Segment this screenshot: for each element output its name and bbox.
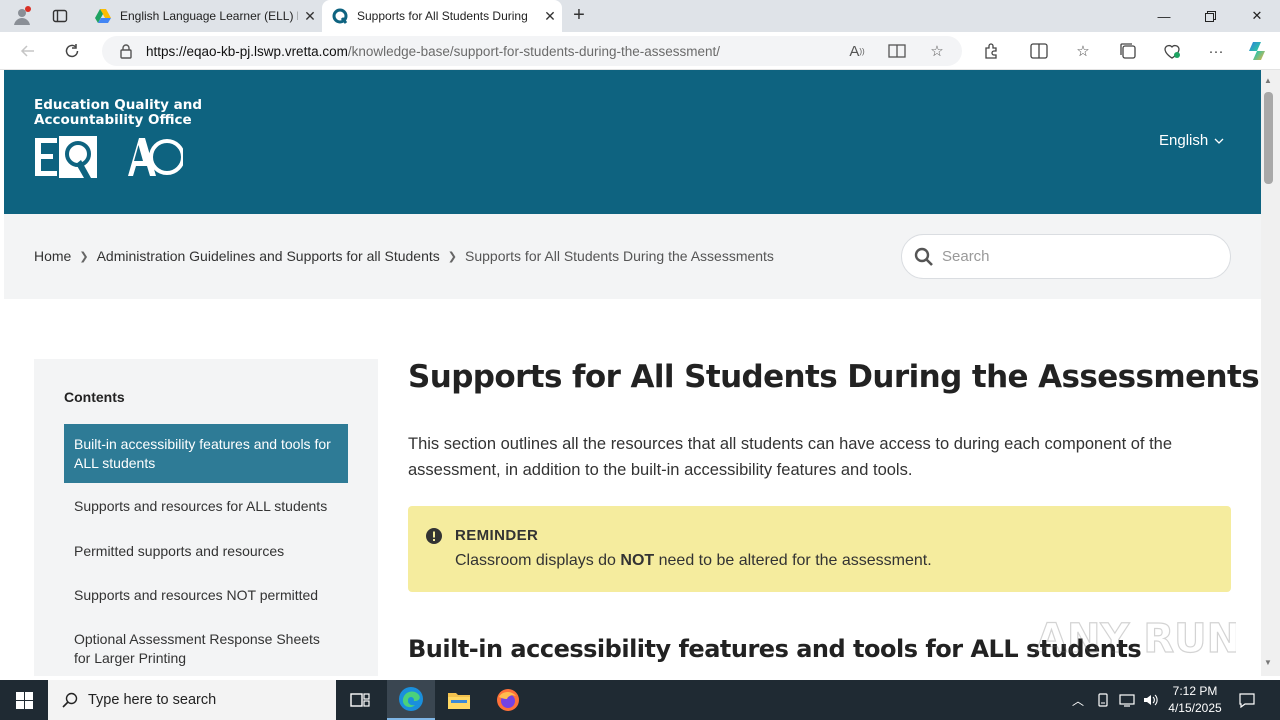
- page-viewport: Education Quality and Accountability Off…: [4, 70, 1261, 676]
- firefox-icon: [497, 689, 519, 711]
- system-clock[interactable]: 7:12 PM 4/15/2025: [1160, 683, 1230, 717]
- url-bar[interactable]: https://eqao-kb-pj.lswp.vretta.com/knowl…: [102, 36, 962, 66]
- lock-icon: [120, 44, 132, 59]
- taskbar-file-explorer[interactable]: [435, 680, 483, 720]
- taskbar-search[interactable]: Type here to search: [48, 680, 336, 720]
- collections-icon[interactable]: [1115, 40, 1141, 62]
- reminder-text-end: need to be altered for the assessment.: [654, 552, 932, 569]
- close-tab-icon[interactable]: ✕: [298, 8, 322, 25]
- clock-date: 4/15/2025: [1168, 701, 1222, 715]
- read-aloud-icon[interactable]: A)): [846, 41, 868, 61]
- intro-paragraph: This section outlines all the resources …: [408, 435, 1173, 479]
- task-view-button[interactable]: [336, 680, 384, 720]
- back-button[interactable]: [13, 37, 43, 65]
- chevron-right-icon: ❯: [79, 250, 89, 263]
- breadcrumb-admin-guidelines[interactable]: Administration Guidelines and Supports f…: [97, 248, 440, 264]
- search-icon: [914, 247, 933, 266]
- close-window-button[interactable]: ✕: [1234, 0, 1280, 32]
- org-line-1: Education Quality and: [34, 97, 203, 113]
- eqao-logo[interactable]: [33, 132, 183, 182]
- tab-actions-icon[interactable]: [46, 4, 74, 28]
- tray-device-icon[interactable]: [1093, 680, 1113, 720]
- scroll-down-icon[interactable]: ▼: [1264, 658, 1272, 667]
- scrollbar-thumb[interactable]: [1264, 92, 1273, 184]
- close-tab-icon[interactable]: ✕: [538, 8, 562, 25]
- scroll-up-icon[interactable]: ▲: [1264, 76, 1272, 85]
- breadcrumb-band: Home ❯ Administration Guidelines and Sup…: [4, 214, 1261, 299]
- watermark-text: ANY RUN: [1036, 616, 1236, 662]
- reminder-callout: REMINDER Classroom displays do NOT need …: [408, 506, 1231, 592]
- breadcrumb: Home ❯ Administration Guidelines and Sup…: [34, 248, 774, 264]
- start-button[interactable]: [0, 680, 48, 720]
- breadcrumb-current: Supports for All Students During the Ass…: [465, 248, 774, 264]
- anyrun-watermark: ANY RUN: [1036, 615, 1236, 662]
- windows-logo-icon: [15, 691, 33, 709]
- breadcrumb-home[interactable]: Home: [34, 248, 71, 264]
- tab-title: Supports for All Students During: [357, 9, 528, 23]
- search-box[interactable]: [901, 234, 1231, 279]
- network-icon[interactable]: [1116, 680, 1138, 720]
- chevron-right-icon: ❯: [447, 250, 457, 263]
- toc-item-response-sheets[interactable]: Optional Assessment Response Sheets for …: [64, 630, 348, 668]
- section-heading: Built-in accessibility features and tool…: [408, 635, 1142, 663]
- immersive-reader-icon[interactable]: [886, 41, 908, 61]
- refresh-button[interactable]: [57, 37, 87, 65]
- eqao-favicon-icon: [332, 8, 348, 24]
- toc-item-permitted-supports[interactable]: Permitted supports and resources: [64, 542, 348, 561]
- page-title: Supports for All Students During the Ass…: [408, 359, 1260, 395]
- windows-taskbar: Type here to search ︿ 7:12 PM 4/15/2025: [0, 680, 1280, 720]
- more-menu-icon[interactable]: ···: [1203, 40, 1229, 62]
- toc-item-supports-resources[interactable]: Supports and resources for ALL students: [64, 497, 348, 516]
- url-path: /knowledge-base/support-for-students-dur…: [347, 43, 721, 59]
- toc-item-not-permitted[interactable]: Supports and resources NOT permitted: [64, 586, 348, 605]
- reminder-text-bold: NOT: [620, 552, 655, 569]
- profile-icon[interactable]: [8, 4, 36, 28]
- new-tab-button[interactable]: +: [566, 4, 592, 28]
- folder-icon: [448, 693, 470, 709]
- extensions-icon[interactable]: [978, 40, 1004, 62]
- tab-supports[interactable]: Supports for All Students During ✕: [322, 0, 562, 32]
- minimize-button[interactable]: —: [1141, 0, 1187, 32]
- address-toolbar: https://eqao-kb-pj.lswp.vretta.com/knowl…: [0, 32, 1280, 70]
- taskbar-search-placeholder: Type here to search: [88, 692, 217, 708]
- url-host: https://eqao-kb-pj.lswp.vretta.com: [146, 43, 348, 59]
- split-screen-icon[interactable]: [1026, 40, 1052, 62]
- taskbar-edge[interactable]: [387, 680, 435, 720]
- table-of-contents: Contents Built-in accessibility features…: [34, 359, 378, 676]
- exclamation-icon: [426, 528, 442, 544]
- toc-item-builtin-features[interactable]: Built-in accessibility features and tool…: [64, 424, 348, 483]
- task-view-icon: [350, 693, 370, 707]
- favorites-icon[interactable]: ☆: [1070, 40, 1096, 62]
- browser-tab-bar: English Language Learner (ELL) P ✕ Suppo…: [0, 0, 1280, 32]
- clock-time: 7:12 PM: [1172, 684, 1218, 698]
- language-label: English: [1159, 132, 1209, 149]
- tray-overflow-icon[interactable]: ︿: [1068, 680, 1088, 720]
- copilot-icon[interactable]: [1245, 40, 1271, 62]
- google-drive-icon: [95, 9, 111, 23]
- restore-button[interactable]: [1187, 0, 1233, 32]
- reminder-text: Classroom displays do NOT need to be alt…: [455, 552, 932, 570]
- org-name[interactable]: Education Quality and Accountability Off…: [34, 98, 202, 128]
- language-selector[interactable]: English: [1159, 132, 1224, 149]
- browser-essentials-icon[interactable]: [1159, 40, 1185, 62]
- org-line-2: Accountability Office: [34, 112, 192, 128]
- favorite-star-icon[interactable]: ☆: [926, 41, 948, 61]
- chevron-down-icon: [1214, 138, 1224, 144]
- toc-title: Contents: [64, 389, 125, 405]
- notifications-icon[interactable]: [1236, 680, 1258, 720]
- search-input[interactable]: [942, 248, 1202, 265]
- edge-icon: [399, 687, 423, 711]
- page-scrollbar[interactable]: ▲ ▼: [1261, 70, 1280, 676]
- reminder-label: REMINDER: [455, 527, 539, 544]
- search-icon: [62, 692, 78, 708]
- site-header: Education Quality and Accountability Off…: [4, 70, 1261, 214]
- tab-title: English Language Learner (ELL) P: [120, 9, 298, 23]
- taskbar-firefox[interactable]: [484, 680, 532, 720]
- volume-icon[interactable]: [1140, 680, 1162, 720]
- reminder-text-start: Classroom displays do: [455, 552, 621, 569]
- tab-ell[interactable]: English Language Learner (ELL) P ✕: [85, 0, 322, 32]
